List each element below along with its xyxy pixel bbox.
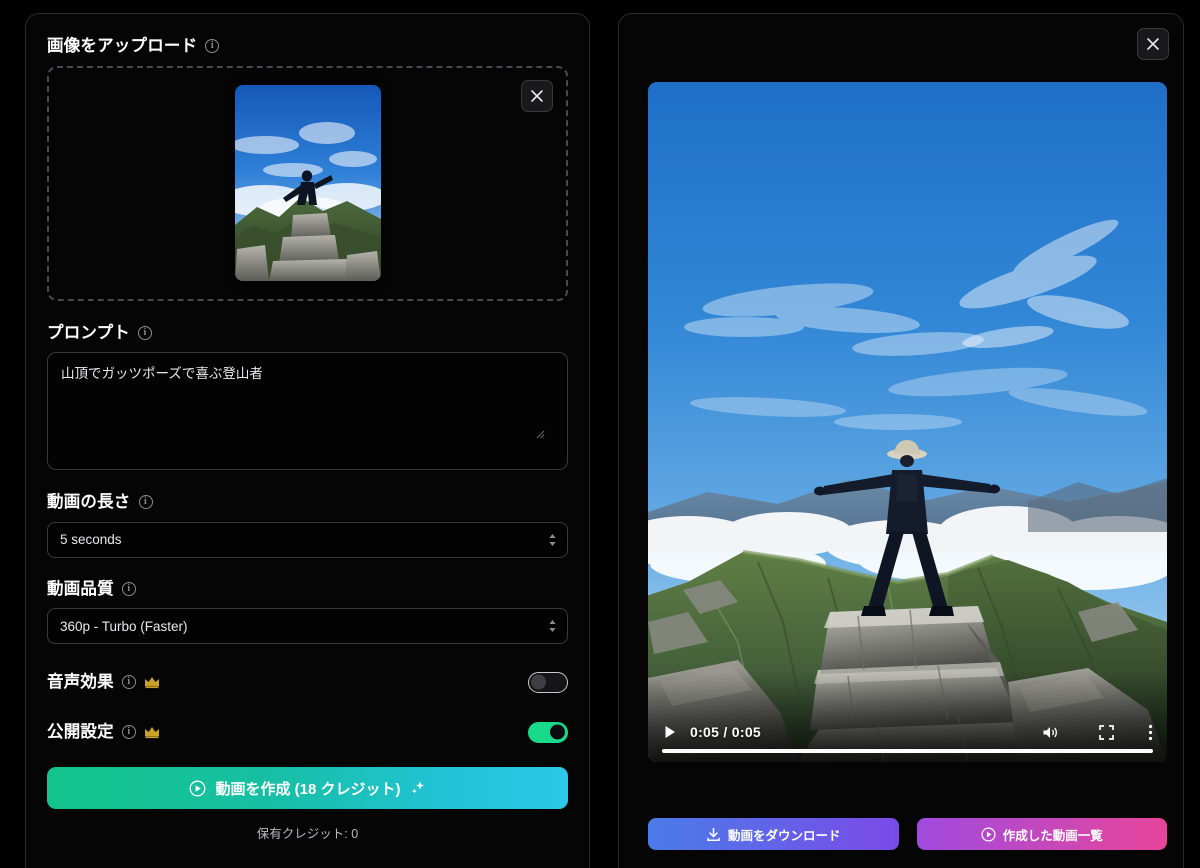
duration-select[interactable]: 5 seconds bbox=[47, 521, 568, 558]
sparkle-icon bbox=[411, 781, 424, 794]
audio-effect-label: 音声効果 i bbox=[47, 674, 160, 691]
upload-section-label: 画像をアップロード i bbox=[47, 38, 568, 55]
video-gallery-button[interactable]: 作成した動画一覧 bbox=[916, 818, 1167, 850]
download-icon bbox=[707, 827, 720, 841]
duration-label-text: 動画の長さ bbox=[47, 493, 131, 511]
kebab-menu-icon bbox=[1148, 724, 1153, 740]
audio-effect-row: 音声効果 i bbox=[47, 667, 568, 697]
prompt-section-label: プロンプト i bbox=[47, 323, 568, 342]
quality-section-label: 動画品質 i bbox=[47, 579, 568, 598]
publish-setting-row: 公開設定 i bbox=[47, 717, 568, 747]
play-button[interactable] bbox=[662, 724, 678, 740]
close-icon bbox=[531, 89, 543, 102]
video-player[interactable]: 0:05 / 0:05 bbox=[648, 82, 1167, 762]
close-icon bbox=[1147, 38, 1159, 50]
fullscreen-button[interactable] bbox=[1099, 724, 1114, 740]
play-circle-icon bbox=[981, 826, 996, 842]
video-control-row: 0:05 / 0:05 bbox=[662, 715, 1153, 749]
toggle-knob bbox=[550, 724, 565, 740]
thumbnail-image bbox=[234, 85, 381, 281]
image-dropzone[interactable] bbox=[47, 65, 568, 301]
play-circle-icon bbox=[190, 780, 206, 796]
quality-select[interactable]: 360p - Turbo (Faster) bbox=[47, 608, 568, 644]
video-frame-image bbox=[648, 82, 1167, 762]
video-controls: 0:05 / 0:05 bbox=[648, 700, 1167, 762]
audio-effect-toggle[interactable] bbox=[528, 671, 568, 693]
duration-section-label: 動画の長さ i bbox=[47, 494, 568, 511]
info-icon[interactable]: i bbox=[121, 581, 136, 596]
crown-icon bbox=[144, 727, 159, 739]
credits-balance-text: 保有クレジット: 0 bbox=[256, 827, 359, 841]
settings-panel: 画像をアップロード i プロンプト i 山頂でガッツポーズで喜ぶ登山者 動画の長… bbox=[25, 13, 590, 868]
volume-icon bbox=[1043, 726, 1058, 738]
upload-label-text: 画像をアップロード bbox=[47, 37, 198, 55]
prompt-input[interactable] bbox=[47, 352, 568, 470]
duration-select-wrap: 5 seconds bbox=[47, 521, 568, 558]
video-time-display: 0:05 / 0:05 bbox=[690, 724, 762, 740]
info-icon[interactable]: i bbox=[121, 725, 136, 739]
publish-setting-label-text: 公開設定 bbox=[47, 722, 114, 741]
gallery-button-label: 作成した動画一覧 bbox=[1002, 828, 1103, 843]
quality-select-wrap: 360p - Turbo (Faster) bbox=[47, 608, 568, 644]
video-progress-bar[interactable] bbox=[662, 749, 1153, 753]
fullscreen-icon bbox=[1099, 724, 1114, 740]
crown-icon bbox=[144, 677, 159, 689]
download-video-button[interactable]: 動画をダウンロード bbox=[648, 818, 899, 850]
remove-image-button[interactable] bbox=[521, 79, 553, 112]
volume-button[interactable] bbox=[1042, 725, 1059, 740]
preview-action-buttons: 動画をダウンロード 作成した動画一覧 bbox=[648, 818, 1167, 850]
close-preview-button[interactable] bbox=[1137, 28, 1169, 60]
publish-setting-label: 公開設定 i bbox=[47, 724, 160, 741]
video-preview-panel: 0:05 / 0:05 動画をダウンロード 作成した動画一覧 bbox=[618, 13, 1184, 868]
play-icon bbox=[665, 726, 675, 738]
app-root: 画像をアップロード i プロンプト i 山頂でガッツポーズで喜ぶ登山者 動画の長… bbox=[0, 0, 1200, 868]
quality-label-text: 動画品質 bbox=[47, 579, 114, 598]
generate-video-button[interactable]: 動画を作成 (18 クレジット) bbox=[47, 767, 568, 809]
publish-setting-toggle[interactable] bbox=[528, 721, 568, 743]
audio-effect-label-text: 音声効果 bbox=[47, 672, 114, 691]
info-icon[interactable]: i bbox=[121, 675, 136, 689]
more-options-button[interactable] bbox=[1148, 724, 1153, 741]
uploaded-image-thumbnail[interactable] bbox=[234, 85, 381, 281]
info-icon[interactable]: i bbox=[205, 39, 220, 54]
info-icon[interactable]: i bbox=[138, 325, 153, 340]
toggle-knob bbox=[531, 674, 546, 690]
download-button-label: 動画をダウンロード bbox=[727, 828, 841, 843]
generate-button-label: 動画を作成 (18 クレジット) bbox=[215, 780, 401, 798]
prompt-label-text: プロンプト bbox=[47, 323, 131, 342]
info-icon[interactable]: i bbox=[138, 495, 153, 510]
